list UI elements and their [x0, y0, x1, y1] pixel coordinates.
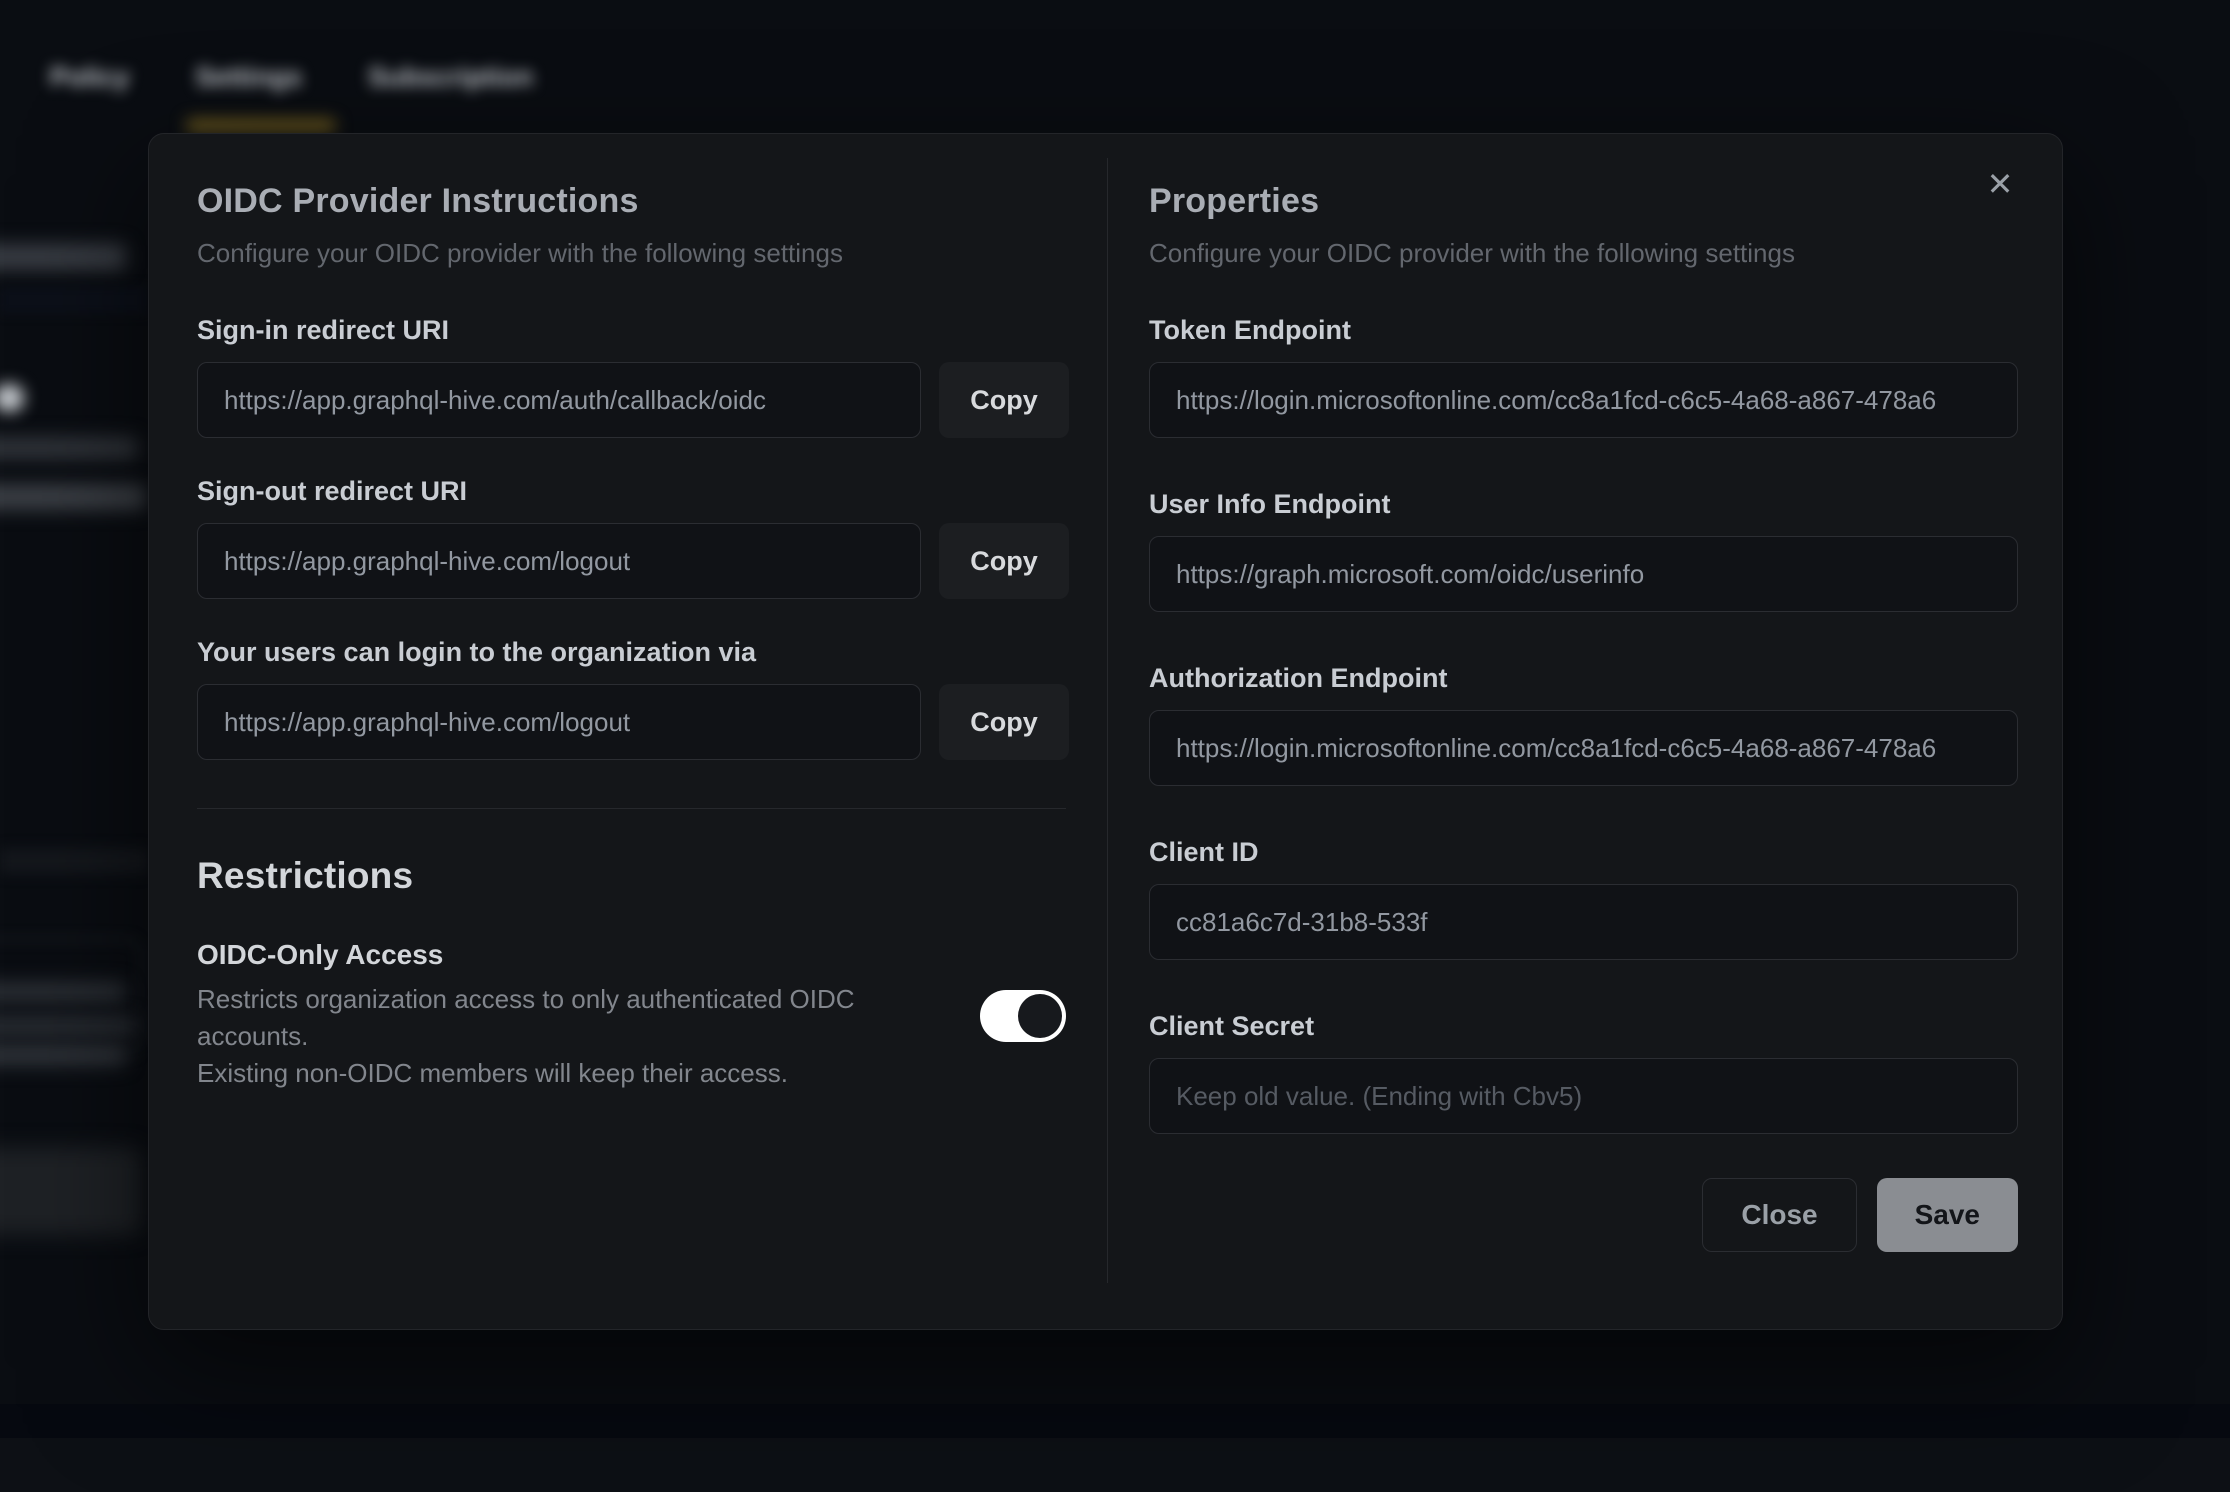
client-id-field: Client ID — [1149, 837, 2018, 960]
oidc-only-access-label: OIDC-Only Access — [197, 939, 917, 971]
blurred-background-fragment — [0, 1044, 126, 1066]
sign-in-redirect-label: Sign-in redirect URI — [197, 315, 1066, 346]
sign-out-redirect-field: Sign-out redirect URI Copy — [197, 476, 1066, 599]
copy-sign-out-redirect-button[interactable]: Copy — [939, 523, 1069, 599]
oidc-instructions-column: OIDC Provider Instructions Configure you… — [197, 182, 1066, 1092]
authorization-endpoint-input[interactable] — [1149, 710, 2018, 786]
authorization-endpoint-label: Authorization Endpoint — [1149, 663, 2018, 694]
user-info-endpoint-input[interactable] — [1149, 536, 2018, 612]
oidc-only-access-description: Restricts organization access to only au… — [197, 981, 917, 1092]
toggle-knob — [1018, 994, 1062, 1038]
oidc-only-access-row: OIDC-Only Access Restricts organization … — [197, 939, 1066, 1092]
token-endpoint-input[interactable] — [1149, 362, 2018, 438]
oidc-settings-modal: ✕ OIDC Provider Instructions Configure y… — [148, 133, 2063, 1330]
oidc-only-access-toggle[interactable] — [980, 990, 1066, 1042]
description-line: Restricts organization access to only au… — [197, 981, 917, 1055]
page-footer-band — [0, 1404, 2230, 1438]
login-via-field: Your users can login to the organization… — [197, 637, 1066, 760]
column-divider — [1107, 158, 1108, 1283]
client-secret-label: Client Secret — [1149, 1011, 2018, 1042]
sign-out-redirect-input[interactable] — [197, 523, 921, 599]
instructions-subtitle: Configure your OIDC provider with the fo… — [197, 238, 1066, 269]
blurred-background-fragment — [0, 244, 126, 270]
login-via-label: Your users can login to the organization… — [197, 637, 1066, 668]
user-info-endpoint-field: User Info Endpoint — [1149, 489, 2018, 612]
properties-title: Properties — [1149, 182, 2018, 221]
restrictions-heading: Restrictions — [197, 855, 1066, 897]
blurred-background-fragment — [0, 848, 148, 874]
sign-out-redirect-label: Sign-out redirect URI — [197, 476, 1066, 507]
restrictions-divider — [197, 808, 1066, 809]
authorization-endpoint-field: Authorization Endpoint — [1149, 663, 2018, 786]
properties-subtitle: Configure your OIDC provider with the fo… — [1149, 238, 2018, 269]
client-id-input[interactable] — [1149, 884, 2018, 960]
properties-column: Properties Configure your OIDC provider … — [1149, 182, 2018, 1252]
instructions-title: OIDC Provider Instructions — [197, 182, 1066, 221]
blurred-background-fragment — [0, 1147, 142, 1235]
copy-login-via-button[interactable]: Copy — [939, 684, 1069, 760]
page-footer-band — [0, 1438, 2230, 1492]
blurred-background-fragment — [0, 1016, 136, 1036]
modal-actions: Close Save — [1149, 1178, 2018, 1252]
blurred-background-fragment — [0, 286, 148, 314]
save-button[interactable]: Save — [1877, 1178, 2018, 1252]
token-endpoint-label: Token Endpoint — [1149, 315, 2018, 346]
login-via-input[interactable] — [197, 684, 921, 760]
tab-subscription[interactable]: Subscription — [368, 62, 533, 93]
blurred-background-fragment — [0, 384, 24, 412]
sign-in-redirect-field: Sign-in redirect URI Copy — [197, 315, 1066, 438]
oidc-only-access-text: OIDC-Only Access Restricts organization … — [197, 939, 917, 1092]
user-info-endpoint-label: User Info Endpoint — [1149, 489, 2018, 520]
blurred-background-fragment — [0, 484, 146, 510]
active-tab-indicator — [186, 119, 336, 132]
description-line: Existing non-OIDC members will keep thei… — [197, 1055, 917, 1092]
copy-sign-in-redirect-button[interactable]: Copy — [939, 362, 1069, 438]
client-secret-input[interactable] — [1149, 1058, 2018, 1134]
tab-policy[interactable]: Policy — [50, 62, 130, 93]
close-button[interactable]: Close — [1702, 1178, 1856, 1252]
tab-settings[interactable]: Settings — [196, 62, 303, 93]
client-secret-field: Client Secret — [1149, 1011, 2018, 1134]
client-id-label: Client ID — [1149, 837, 2018, 868]
blurred-background-fragment — [0, 437, 138, 459]
blurred-background-fragment — [0, 982, 126, 1002]
screen: Policy Settings Subscription ✕ OIDC Prov… — [0, 0, 2230, 1492]
sign-in-redirect-input[interactable] — [197, 362, 921, 438]
background-tab-bar: Policy Settings Subscription — [50, 62, 533, 93]
token-endpoint-field: Token Endpoint — [1149, 315, 2018, 438]
